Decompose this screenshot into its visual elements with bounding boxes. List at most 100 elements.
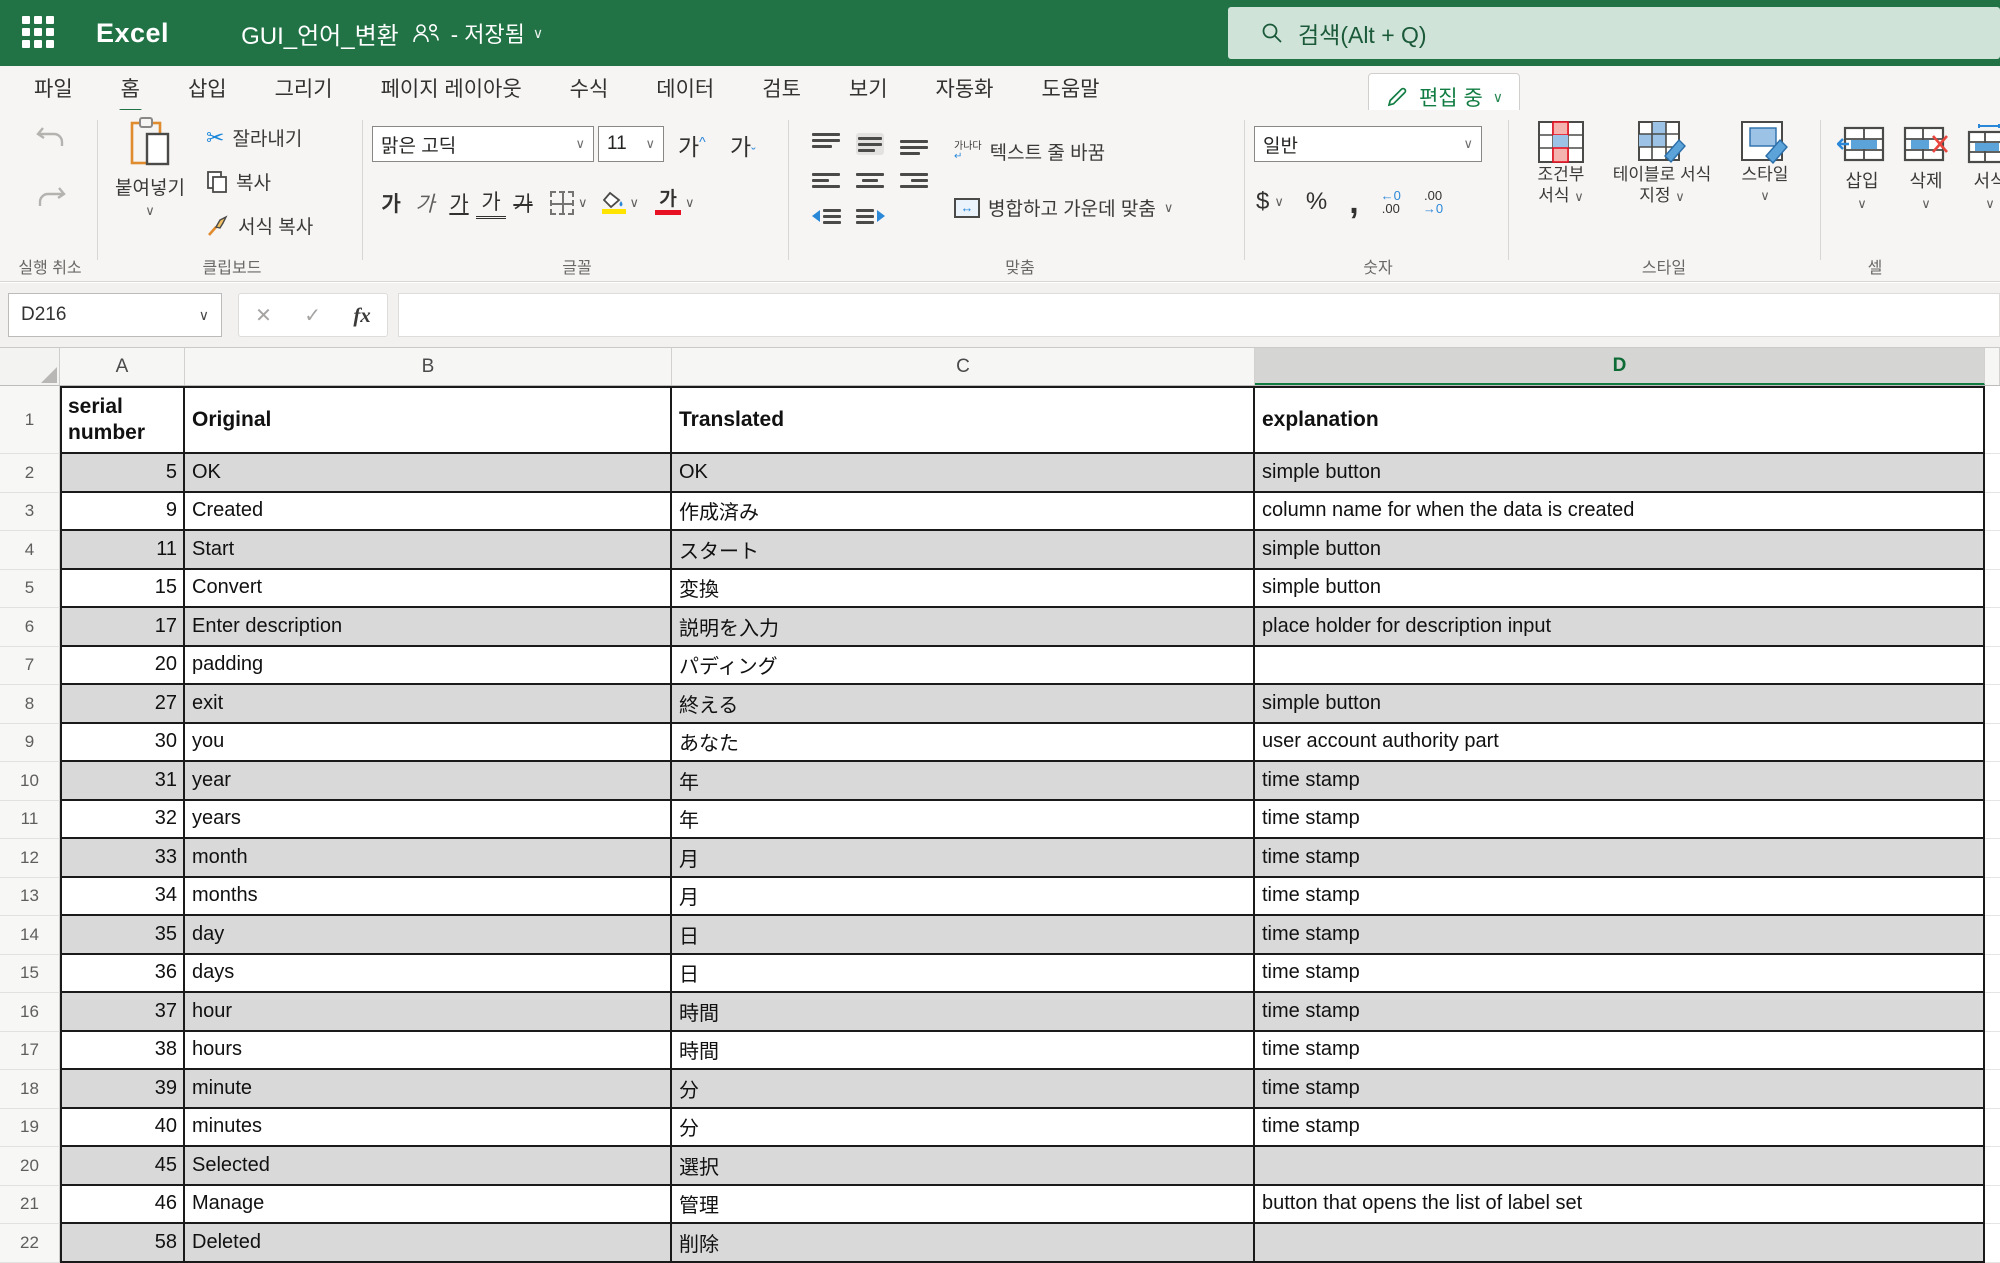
cell-D1[interactable]: explanation: [1255, 386, 1985, 454]
cell-B10[interactable]: year: [185, 762, 672, 801]
save-status[interactable]: - 저장됨 ∨: [451, 17, 543, 49]
tab-자동화[interactable]: 자동화: [912, 65, 1018, 111]
copy-button[interactable]: 복사: [206, 168, 271, 195]
cell-C3[interactable]: 作成済み: [672, 493, 1255, 532]
align-top-button[interactable]: [812, 133, 840, 155]
cell-D16[interactable]: time stamp: [1255, 993, 1985, 1032]
cell-E17[interactable]: [1985, 1032, 2000, 1071]
format-as-table-button[interactable]: 테이블로 서식 지정 ∨: [1606, 120, 1718, 207]
cell-B19[interactable]: minutes: [185, 1109, 672, 1148]
comma-format-button[interactable]: ,: [1349, 192, 1358, 212]
row-header-19[interactable]: 19: [0, 1109, 60, 1148]
tab-삽입[interactable]: 삽입: [164, 65, 251, 111]
align-right-button[interactable]: [900, 169, 928, 191]
row-header-3[interactable]: 3: [0, 493, 60, 532]
fill-color-button[interactable]: ∨: [602, 191, 640, 214]
row-header-21[interactable]: 21: [0, 1186, 60, 1225]
cell-A10[interactable]: 31: [60, 762, 185, 801]
cell-D14[interactable]: time stamp: [1255, 916, 1985, 955]
cell-E18[interactable]: [1985, 1070, 2000, 1109]
cell-styles-button[interactable]: 스타일 ∨: [1722, 120, 1808, 206]
cell-A6[interactable]: 17: [60, 608, 185, 647]
underline-button[interactable]: 가: [442, 188, 476, 218]
format-cells-button[interactable]: 서식 ∨: [1960, 124, 2000, 212]
cell-E12[interactable]: [1985, 839, 2000, 878]
cell-E16[interactable]: [1985, 993, 2000, 1032]
conditional-formatting-button[interactable]: 조건부 서식 ∨: [1518, 120, 1604, 207]
tab-페이지 레이아웃[interactable]: 페이지 레이아웃: [357, 65, 546, 111]
search-input[interactable]: 검색(Alt + Q): [1228, 7, 2000, 59]
font-size-combo[interactable]: 11∨: [598, 126, 664, 162]
align-center-button[interactable]: [856, 169, 884, 191]
double-underline-button[interactable]: 가: [476, 186, 506, 219]
tab-도움말[interactable]: 도움말: [1018, 65, 1124, 111]
row-header-20[interactable]: 20: [0, 1147, 60, 1186]
row-header-2[interactable]: 2: [0, 454, 60, 493]
percent-format-button[interactable]: %: [1306, 188, 1327, 216]
column-header-E-partial[interactable]: [1985, 348, 2000, 385]
cell-E8[interactable]: [1985, 685, 2000, 724]
italic-button[interactable]: 가: [408, 188, 442, 218]
decrease-decimal-button[interactable]: .00→0: [1423, 189, 1443, 215]
increase-font-size-button[interactable]: 가^: [678, 128, 706, 162]
row-header-5[interactable]: 5: [0, 570, 60, 609]
cell-D13[interactable]: time stamp: [1255, 878, 1985, 917]
cell-B5[interactable]: Convert: [185, 570, 672, 609]
cell-C16[interactable]: 時間: [672, 993, 1255, 1032]
cell-A20[interactable]: 45: [60, 1147, 185, 1186]
cell-A1[interactable]: serial number: [60, 386, 185, 454]
cell-B9[interactable]: you: [185, 724, 672, 763]
cell-C8[interactable]: 終える: [672, 685, 1255, 724]
undo-button[interactable]: [34, 122, 68, 158]
cell-B7[interactable]: padding: [185, 647, 672, 686]
bold-button[interactable]: 가: [374, 188, 408, 218]
cell-C9[interactable]: あなた: [672, 724, 1255, 763]
cell-B21[interactable]: Manage: [185, 1186, 672, 1225]
cell-E2[interactable]: [1985, 454, 2000, 493]
borders-button[interactable]: ∨: [550, 191, 588, 215]
cell-A9[interactable]: 30: [60, 724, 185, 763]
column-header-C[interactable]: C: [672, 348, 1255, 385]
cell-E11[interactable]: [1985, 801, 2000, 840]
row-header-17[interactable]: 17: [0, 1032, 60, 1071]
cell-B13[interactable]: months: [185, 878, 672, 917]
cell-C14[interactable]: 日: [672, 916, 1255, 955]
file-name[interactable]: GUI_언어_변환: [241, 16, 441, 51]
cell-E6[interactable]: [1985, 608, 2000, 647]
cut-button[interactable]: ✂ 잘라내기: [206, 124, 302, 151]
cell-D7[interactable]: [1255, 647, 1985, 686]
align-middle-button[interactable]: [856, 133, 884, 155]
cell-C21[interactable]: 管理: [672, 1186, 1255, 1225]
row-header-11[interactable]: 11: [0, 801, 60, 840]
cell-A12[interactable]: 33: [60, 839, 185, 878]
cell-D21[interactable]: button that opens the list of label set: [1255, 1186, 1985, 1225]
cell-B20[interactable]: Selected: [185, 1147, 672, 1186]
row-header-10[interactable]: 10: [0, 762, 60, 801]
cell-E3[interactable]: [1985, 493, 2000, 532]
cell-A4[interactable]: 11: [60, 531, 185, 570]
cell-C1[interactable]: Translated: [672, 386, 1255, 454]
font-color-button[interactable]: 가 ∨: [655, 190, 695, 215]
cell-D6[interactable]: place holder for description input: [1255, 608, 1985, 647]
row-header-15[interactable]: 15: [0, 955, 60, 994]
cell-C4[interactable]: スタート: [672, 531, 1255, 570]
cell-B4[interactable]: Start: [185, 531, 672, 570]
cancel-icon[interactable]: ✕: [255, 303, 272, 328]
decrease-font-size-button[interactable]: 가ˬ: [730, 128, 756, 162]
row-header-1[interactable]: 1: [0, 386, 60, 454]
currency-format-button[interactable]: $∨: [1256, 188, 1284, 216]
cell-A2[interactable]: 5: [60, 454, 185, 493]
strikethrough-button[interactable]: 가: [506, 188, 540, 218]
cell-E21[interactable]: [1985, 1186, 2000, 1225]
cell-B16[interactable]: hour: [185, 993, 672, 1032]
cell-B14[interactable]: day: [185, 916, 672, 955]
cell-E9[interactable]: [1985, 724, 2000, 763]
align-bottom-button[interactable]: [900, 133, 928, 155]
wrap-text-button[interactable]: 가나다↵ 텍스트 줄 바꿈: [954, 138, 1105, 165]
row-header-14[interactable]: 14: [0, 916, 60, 955]
cell-D3[interactable]: column name for when the data is created: [1255, 493, 1985, 532]
cell-B17[interactable]: hours: [185, 1032, 672, 1071]
cell-A14[interactable]: 35: [60, 916, 185, 955]
cell-C7[interactable]: パディング: [672, 647, 1255, 686]
column-header-B[interactable]: B: [185, 348, 672, 385]
